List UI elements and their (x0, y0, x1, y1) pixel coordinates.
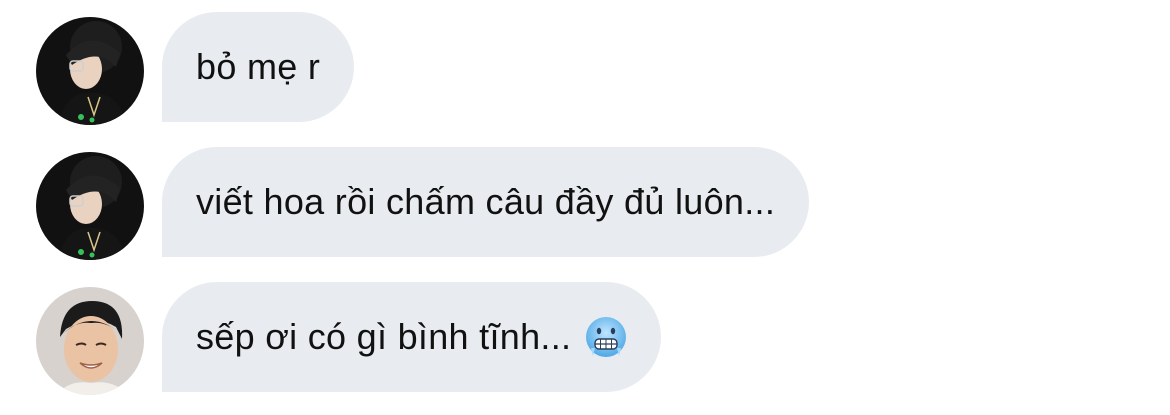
message-text: sếp ơi có gì bình tĩnh... (196, 316, 572, 357)
message-row: sếp ơi có gì bình tĩnh... (0, 282, 1170, 395)
message-bubble[interactable]: sếp ơi có gì bình tĩnh... (162, 282, 662, 392)
message-row: bỏ mẹ r (0, 12, 1170, 125)
avatar-user-a (36, 17, 144, 125)
avatar-user-b (36, 287, 144, 395)
avatar[interactable] (36, 152, 144, 260)
cold-face-emoji (585, 316, 627, 358)
message-text: bỏ mẹ r (196, 46, 321, 87)
message-bubble[interactable]: viết hoa rồi chấm câu đầy đủ luôn... (162, 147, 810, 257)
message-text: viết hoa rồi chấm câu đầy đủ luôn... (196, 181, 776, 222)
avatar[interactable] (36, 287, 144, 395)
message-row: viết hoa rồi chấm câu đầy đủ luôn... (0, 147, 1170, 260)
avatar-user-a (36, 152, 144, 260)
avatar[interactable] (36, 17, 144, 125)
message-bubble[interactable]: bỏ mẹ r (162, 12, 355, 122)
